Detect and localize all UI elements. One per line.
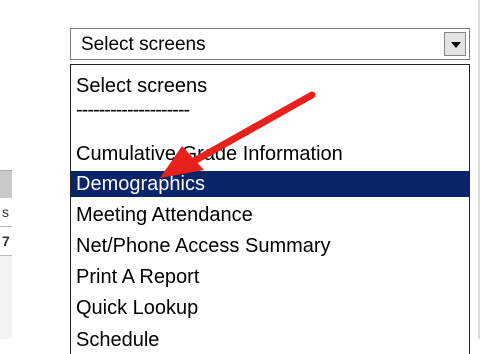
option-print-a-report[interactable]: Print A Report	[71, 264, 469, 290]
left-cell-text: s	[2, 204, 9, 220]
option-cumulative-grade-information[interactable]: Cumulative Grade Information	[71, 141, 469, 167]
select-value: Select screens	[81, 34, 206, 55]
dropdown-button[interactable]	[444, 32, 466, 56]
option-select-screens[interactable]: Select screens	[71, 73, 469, 99]
option-net-phone-access-summary[interactable]: Net/Phone Access Summary	[71, 233, 469, 259]
option-separator[interactable]: --------------------	[71, 99, 469, 125]
right-divider	[478, 0, 480, 339]
screens-dropdown-list[interactable]: Select screens -------------------- Cumu…	[70, 64, 470, 354]
left-table-cell: s	[0, 198, 12, 227]
left-cell-text: 7	[2, 233, 10, 249]
left-table-cell: 7	[0, 227, 12, 256]
option-quick-lookup[interactable]: Quick Lookup	[71, 295, 469, 321]
left-table-header	[0, 170, 12, 200]
option-demographics[interactable]: Demographics	[71, 171, 469, 197]
option-schedule[interactable]: Schedule	[71, 327, 469, 353]
chevron-down-icon	[451, 42, 461, 48]
option-meeting-attendance[interactable]: Meeting Attendance	[71, 202, 469, 228]
screens-select[interactable]: Select screens	[70, 28, 470, 60]
